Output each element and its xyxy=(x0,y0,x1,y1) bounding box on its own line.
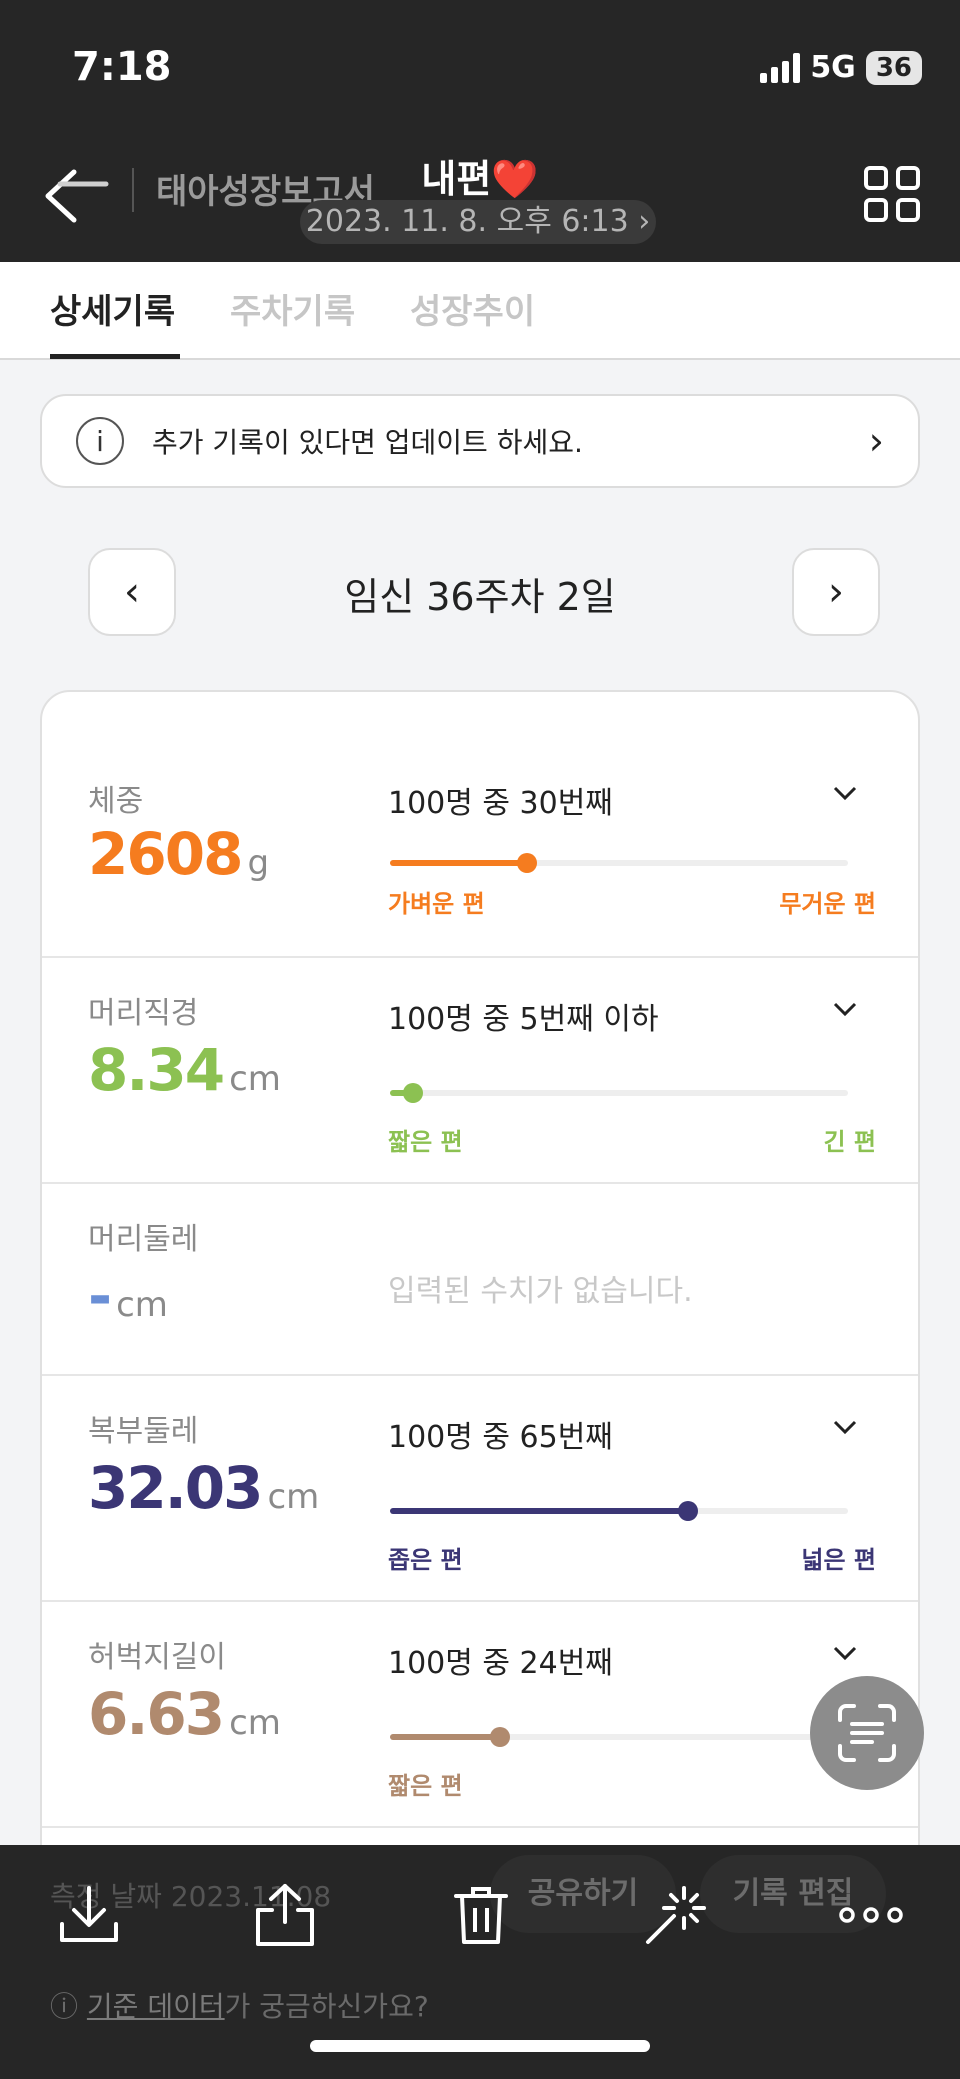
metric-value: 8.34 cm xyxy=(88,1036,281,1104)
grid-menu-button[interactable] xyxy=(864,166,920,222)
download-button[interactable] xyxy=(54,1880,124,1950)
metric-value: 2608 g xyxy=(88,820,270,888)
notice-text: 추가 기록이 있다면 업데이트 하세요. xyxy=(152,426,583,459)
share-sheet-button[interactable] xyxy=(250,1880,320,1950)
status-indicators: 5G 36 xyxy=(760,50,922,85)
percentile-right-label: 넓은 편 xyxy=(801,1546,876,1574)
empty-value-text: 입력된 수치가 없습니다. xyxy=(388,1274,693,1309)
download-icon xyxy=(60,1886,118,1942)
percentile-track xyxy=(390,1083,848,1103)
percentile-track xyxy=(390,853,848,873)
metric-name: 머리직경 xyxy=(88,996,199,1031)
battery-icon: 36 xyxy=(865,50,922,85)
tab-weekly-record[interactable]: 주차기록 xyxy=(230,284,355,333)
metric-rank: 100명 중 5번째 이하 xyxy=(388,1002,659,1037)
enhance-button[interactable] xyxy=(640,1880,710,1950)
grid-icon xyxy=(864,166,888,190)
page-title: 내편❤️ xyxy=(421,157,539,201)
metric-row-head-circumference[interactable]: 머리둘레 - cm 입력된 수치가 없습니다. xyxy=(42,1184,918,1376)
reference-data-link[interactable]: ⓘ 기준 데이터가 궁금하신가요? xyxy=(50,1985,429,2025)
heart-icon: ❤️ xyxy=(491,157,539,201)
chevron-right-icon: › xyxy=(868,419,884,463)
percentile-track xyxy=(390,1727,848,1747)
percentile-left-label: 짧은 편 xyxy=(388,1128,463,1156)
percentile-right-label: 무거운 편 xyxy=(779,890,876,918)
magic-wand-icon xyxy=(646,1886,706,1944)
metric-row-head-diameter[interactable]: 머리직경 8.34 cm 100명 중 5번째 이하 짧은 편 긴 편 xyxy=(42,958,918,1184)
metrics-card: 체중 2608 g 100명 중 30번째 가벼운 편 무거운 편 머리직경 8.… xyxy=(40,690,920,1930)
page-subtitle[interactable]: 2023. 11. 8. 오후 6:13 › xyxy=(300,200,656,244)
signal-icon xyxy=(760,52,801,83)
metric-row-abdominal-circumference[interactable]: 복부둘레 32.03 cm 100명 중 65번째 좁은 편 넓은 편 xyxy=(42,1376,918,1602)
metric-rank: 100명 중 65번째 xyxy=(388,1420,613,1455)
home-indicator[interactable] xyxy=(310,2040,650,2052)
active-tab-indicator xyxy=(50,354,180,359)
metric-row-weight[interactable]: 체중 2608 g 100명 중 30번째 가벼운 편 무거운 편 xyxy=(42,692,918,958)
live-text-icon xyxy=(838,1704,896,1762)
update-notice[interactable]: i 추가 기록이 있다면 업데이트 하세요. › xyxy=(40,394,920,488)
percentile-track xyxy=(390,1501,848,1521)
metric-name: 복부둘레 xyxy=(88,1414,199,1449)
tab-growth-trend[interactable]: 성장추이 xyxy=(410,284,535,333)
metric-name: 체중 xyxy=(88,784,144,819)
tab-bar: 상세기록 주차기록 성장추이 xyxy=(0,262,960,360)
chevron-down-icon[interactable] xyxy=(832,1414,858,1440)
next-week-button[interactable]: › xyxy=(792,548,880,636)
top-bar: 7:18 5G 36 태아성장보고서 내편❤️ 2023. 11. 8. 오후 … xyxy=(0,0,960,262)
percentile-left-label: 짧은 편 xyxy=(388,1772,463,1800)
percentile-left-label: 좁은 편 xyxy=(388,1546,463,1574)
percentile-left-label: 가벼운 편 xyxy=(388,890,485,918)
chevron-down-icon[interactable] xyxy=(832,996,858,1022)
metric-rank: 100명 중 24번째 xyxy=(388,1646,613,1681)
trash-icon xyxy=(454,1887,508,1944)
network-type: 5G xyxy=(810,50,856,85)
metric-row-femur-length[interactable]: 허벅지길이 6.63cm 100명 중 24번째 짧은 편 긴 편 xyxy=(42,1602,918,1828)
more-button[interactable] xyxy=(836,1880,906,1950)
metric-value: 32.03 cm xyxy=(88,1454,320,1522)
chevron-down-icon[interactable] xyxy=(832,1640,858,1666)
text-scan-button[interactable] xyxy=(810,1676,924,1790)
metric-name: 머리둘레 xyxy=(88,1222,199,1257)
percentile-right-label: 긴 편 xyxy=(823,1128,876,1156)
metric-value: 6.63 cm xyxy=(88,1680,281,1748)
metric-name: 허벅지길이 xyxy=(88,1640,226,1675)
share-icon xyxy=(256,1884,314,1946)
more-icon xyxy=(839,1907,903,1923)
tab-detail-record[interactable]: 상세기록 xyxy=(50,284,175,333)
delete-button[interactable] xyxy=(446,1880,516,1950)
info-icon: i xyxy=(76,417,124,465)
metric-value: - cm xyxy=(88,1262,168,1330)
status-time: 7:18 xyxy=(72,44,172,90)
chevron-down-icon[interactable] xyxy=(832,780,858,806)
metric-rank: 100명 중 30번째 xyxy=(388,786,613,821)
